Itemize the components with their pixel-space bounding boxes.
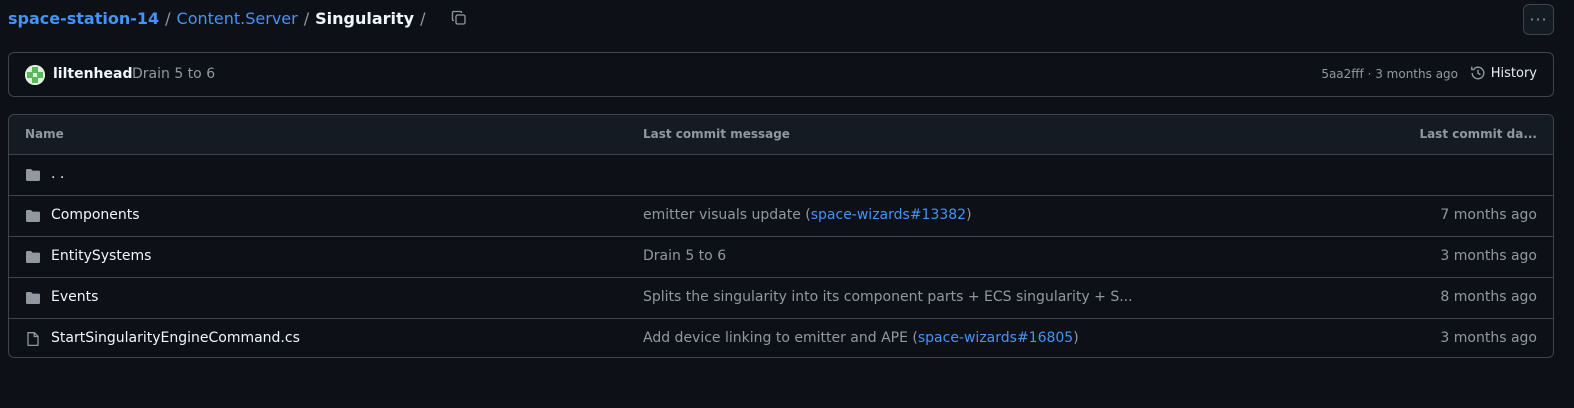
column-header-message: Last commit message bbox=[643, 127, 790, 141]
commit-date: 7 months ago bbox=[1440, 207, 1537, 223]
folder-icon bbox=[25, 167, 41, 183]
commit-message: Drain 5 to 6 bbox=[643, 248, 726, 264]
commit-date: 3 months ago bbox=[1440, 330, 1537, 346]
commit-message-suffix: ) bbox=[966, 207, 972, 223]
commit-date: 8 months ago bbox=[1440, 289, 1537, 305]
folder-icon bbox=[25, 208, 41, 224]
file-table: Name Last commit message Last commit da.… bbox=[8, 114, 1554, 358]
commit-sha-time[interactable]: 5aa2fff · 3 months ago bbox=[1321, 67, 1458, 81]
commit-message-text[interactable]: Add device linking to emitter and APE ( bbox=[643, 330, 918, 346]
commit-message-text[interactable]: Drain 5 to 6 bbox=[643, 248, 726, 264]
file-icon bbox=[25, 331, 41, 347]
table-row[interactable]: EntitySystems Drain 5 to 6 3 months ago bbox=[9, 237, 1553, 278]
table-header: Name Last commit message Last commit da.… bbox=[9, 115, 1553, 155]
breadcrumb-separator: / bbox=[165, 8, 171, 28]
history-icon bbox=[1470, 66, 1485, 80]
more-options-button[interactable]: ··· bbox=[1523, 4, 1554, 35]
pull-request-link[interactable]: space-wizards#13382 bbox=[811, 207, 966, 223]
breadcrumb-folder-link[interactable]: Content.Server bbox=[177, 9, 298, 28]
commit-message: Splits the singularity into its componen… bbox=[643, 289, 1133, 305]
table-row[interactable]: Components emitter visuals update (space… bbox=[9, 196, 1553, 237]
avatar[interactable] bbox=[25, 65, 45, 85]
kebab-icon: ··· bbox=[1529, 10, 1548, 29]
breadcrumb: space-station-14 / Content.Server / Sing… bbox=[8, 7, 469, 29]
pull-request-link[interactable]: space-wizards#16805 bbox=[918, 330, 1073, 346]
breadcrumb-current: Singularity bbox=[315, 8, 415, 28]
file-name-link[interactable]: Components bbox=[51, 207, 140, 223]
parent-directory-link[interactable]: . . bbox=[51, 166, 64, 182]
folder-icon bbox=[25, 249, 41, 265]
breadcrumb-separator: / bbox=[303, 8, 310, 28]
file-name-link[interactable]: StartSingularityEngineCommand.cs bbox=[51, 330, 300, 346]
commit-date: 3 months ago bbox=[1440, 248, 1537, 264]
file-name-link[interactable]: Events bbox=[51, 289, 98, 305]
commit-message-suffix: ) bbox=[1073, 330, 1079, 346]
folder-icon bbox=[25, 290, 41, 306]
commit-message-text[interactable]: emitter visuals update ( bbox=[643, 207, 811, 223]
commit-message-text[interactable]: Splits the singularity into its componen… bbox=[643, 289, 1133, 305]
latest-commit-bar: liltenhead Drain 5 to 6 5aa2fff · 3 mont… bbox=[8, 52, 1554, 97]
commit-message-link[interactable]: Drain 5 to 6 bbox=[132, 66, 215, 82]
breadcrumb-repo-link[interactable]: space-station-14 bbox=[8, 9, 159, 28]
copy-path-icon[interactable] bbox=[449, 8, 469, 28]
breadcrumb-separator: / bbox=[420, 8, 426, 28]
commit-author-link[interactable]: liltenhead bbox=[53, 66, 132, 82]
column-header-date: Last commit da... bbox=[1419, 127, 1537, 141]
table-row[interactable]: Events Splits the singularity into its c… bbox=[9, 278, 1553, 319]
column-header-name: Name bbox=[25, 127, 64, 141]
history-label: History bbox=[1490, 65, 1537, 81]
commit-message: Add device linking to emitter and APE (s… bbox=[643, 330, 1079, 346]
file-name-link[interactable]: EntitySystems bbox=[51, 248, 151, 264]
history-button[interactable]: History bbox=[1470, 65, 1537, 81]
parent-directory-row[interactable]: . . bbox=[9, 155, 1553, 196]
commit-message: emitter visuals update (space-wizards#13… bbox=[643, 207, 972, 223]
table-row[interactable]: StartSingularityEngineCommand.cs Add dev… bbox=[9, 319, 1553, 357]
